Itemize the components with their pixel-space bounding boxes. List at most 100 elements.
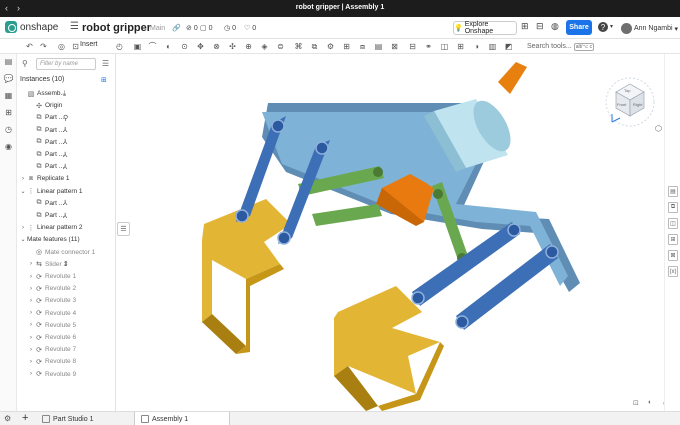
screw-relation-icon[interactable]: ⧈ — [357, 41, 368, 52]
onshape-logo[interactable]: onshape — [5, 21, 58, 33]
green-link-middle[interactable] — [312, 204, 382, 226]
settings-icon[interactable]: ⚙ — [4, 414, 11, 423]
simulation-icon[interactable]: ◩ — [503, 41, 514, 52]
tree-row[interactable]: ✣ Origin — [17, 100, 115, 111]
fastened-mate-icon[interactable]: ⌒ — [147, 41, 158, 52]
tree-row[interactable]: ⧉ Part ... ⚲ — [17, 112, 115, 123]
chevron-down-icon[interactable]: ⌄ — [19, 236, 27, 243]
globe-icon[interactable]: ◍ — [551, 21, 559, 32]
cylindrical-mate-icon[interactable]: ✥ — [195, 41, 206, 52]
collapse-panel-icon[interactable]: ☰ — [117, 222, 130, 236]
chevron-right-icon[interactable]: › — [27, 335, 35, 341]
replicate-tool-icon[interactable]: ▣ — [132, 41, 143, 52]
tree-row[interactable]: › ⇆ Slider 1 ⇕ — [17, 259, 115, 270]
chevron-right-icon[interactable]: › — [27, 298, 35, 304]
tree-row[interactable]: ▧ Assemb... ⤓ — [17, 88, 115, 99]
variables-panel-icon[interactable]: (x) — [668, 266, 678, 277]
tree-row[interactable]: ⧉ Part ... ⅄ — [17, 161, 115, 172]
view-mode-icon[interactable]: ◐ — [648, 399, 652, 406]
filter-input[interactable]: Filter by name — [36, 58, 96, 70]
versions-count[interactable]: ⊘ 0 — [186, 24, 198, 33]
tree-row[interactable]: › ⟳ Revolute 5 — [17, 320, 115, 331]
revolute-mate-icon[interactable]: ◐ — [163, 41, 174, 52]
comments-count[interactable]: ▢ 0 — [200, 24, 213, 33]
chart-icon[interactable]: ▥ — [487, 41, 498, 52]
bom-icon[interactable]: ▦ — [4, 91, 13, 100]
chevron-right-icon[interactable]: › — [27, 359, 35, 365]
chevron-down-icon[interactable]: ⌄ — [19, 188, 27, 195]
tree-row[interactable]: › ⟳ Revolute 7 — [17, 344, 115, 355]
chevron-right-icon[interactable]: › — [27, 347, 35, 353]
tree-row[interactable]: ⧉ Part ... ⅄ — [17, 125, 115, 136]
ball-mate-icon[interactable]: ◈ — [259, 41, 270, 52]
learning-center-icon[interactable]: ⊟ — [536, 21, 544, 32]
planar-mate-icon[interactable]: ✣ — [227, 41, 238, 52]
chevron-right-icon[interactable]: › — [19, 225, 27, 231]
chevron-right-icon[interactable]: › — [27, 274, 35, 280]
add-instance-icon[interactable]: ⊞ — [101, 76, 107, 84]
tree-row[interactable]: › ⧈ Replicate 1 — [17, 173, 115, 184]
list-view-icon[interactable]: ☰ — [102, 59, 109, 68]
assembly-model[interactable] — [116, 54, 664, 411]
variables-icon[interactable]: ◷ — [4, 125, 13, 134]
tree-row[interactable]: ⧉ Part ... ⅄ — [17, 137, 115, 148]
bom-panel-icon[interactable]: ▤ — [668, 186, 678, 197]
rack-pinion-icon[interactable]: ⊞ — [341, 41, 352, 52]
lock-panel-icon[interactable]: ⊠ — [668, 250, 678, 261]
left-finger[interactable] — [202, 199, 291, 354]
chevron-right-icon[interactable]: › — [27, 286, 35, 292]
measure-icon[interactable]: ⊟ — [407, 41, 418, 52]
tree-row[interactable]: › ⟳ Revolute 3 — [17, 295, 115, 306]
animate-icon[interactable]: ◑ — [471, 41, 482, 52]
tree-row[interactable]: › ⟳ Revolute 4 — [17, 308, 115, 319]
appearance-panel-icon[interactable]: ◫ — [668, 218, 678, 229]
search-tools-input[interactable]: Search tools... alt/⌥ c — [527, 41, 600, 52]
tree-row[interactable]: › ⟳ Revolute 6 — [17, 332, 115, 343]
help-chevron-icon[interactable]: ▾ — [610, 23, 613, 30]
render-mode-icon[interactable]: ⊡ — [633, 399, 639, 407]
link-tool-icon[interactable]: ⚭ — [423, 41, 434, 52]
tree-row[interactable]: › ⟳ Revolute 2 — [17, 283, 115, 294]
undo-icon[interactable]: ↶ — [24, 41, 35, 52]
parallel-mate-icon[interactable]: ⊕ — [243, 41, 254, 52]
filter-icon[interactable]: ⚲ — [22, 59, 28, 68]
add-tab-icon[interactable]: + — [22, 412, 28, 424]
graphics-viewport[interactable]: Top Front Right ⬡ ☰ ⊡ ◐ ▭ — [116, 54, 664, 411]
chevron-right-icon[interactable]: › — [27, 261, 35, 267]
tangent-mate-icon[interactable]: ⊜ — [275, 41, 286, 52]
tree-row[interactable]: ⌄ Mate features (11) — [17, 234, 115, 245]
chevron-right-icon[interactable]: › — [27, 310, 35, 316]
slider-mate-icon[interactable]: ⊙ — [179, 41, 190, 52]
share-button[interactable]: Share — [566, 20, 592, 35]
user-menu[interactable]: Ann Ngambi ▾ — [621, 23, 678, 34]
chevron-right-icon[interactable]: › — [27, 322, 35, 328]
redo-icon[interactable]: ↷ — [38, 41, 49, 52]
document-name[interactable]: robot gripper — [82, 22, 151, 34]
insert-button[interactable]: Insert — [80, 41, 98, 48]
group-icon[interactable]: ⧉ — [309, 41, 320, 52]
notifications-count[interactable]: ◷ 0 — [224, 24, 236, 33]
configurations-icon[interactable]: ⊞ — [4, 108, 13, 117]
appearance-icon[interactable]: ◉ — [4, 142, 13, 151]
properties-panel-icon[interactable]: ⊞ — [668, 234, 678, 245]
history-icon[interactable]: ◴ — [114, 41, 125, 52]
tree-row[interactable]: › ⟳ Revolute 9 — [17, 369, 115, 380]
tree-row[interactable]: ⌄ ⋮ Linear pattern 1 — [17, 186, 115, 197]
mate-connector-tool-icon[interactable]: ⌘ — [293, 41, 304, 52]
chevron-right-icon[interactable]: › — [27, 371, 35, 377]
likes-count[interactable]: ♡ 0 — [244, 24, 256, 33]
branch-name[interactable]: Main — [150, 25, 165, 32]
feature-tree-icon[interactable]: ▤ — [4, 57, 13, 66]
link-icon[interactable]: 🔗 — [172, 24, 181, 32]
tree-row[interactable]: ⧉ Part ... ⅄ — [17, 210, 115, 221]
mates-panel-icon[interactable]: ⧉ — [668, 202, 678, 213]
comments-icon[interactable]: 💬 — [4, 74, 14, 83]
gear-relation-icon[interactable]: ⚙ — [325, 41, 336, 52]
tree-row[interactable]: › ⟳ Revolute 1 — [17, 271, 115, 282]
linear-relation-icon[interactable]: ▤ — [373, 41, 384, 52]
right-finger[interactable] — [334, 286, 444, 411]
chevron-right-icon[interactable]: › — [19, 176, 27, 182]
tree-row[interactable]: ⧉ Part ... ⅄ — [17, 198, 115, 209]
view-options-icon[interactable]: ⬡ — [655, 124, 662, 133]
explore-onshape-button[interactable]: 💡 Explore Onshape — [453, 21, 517, 35]
